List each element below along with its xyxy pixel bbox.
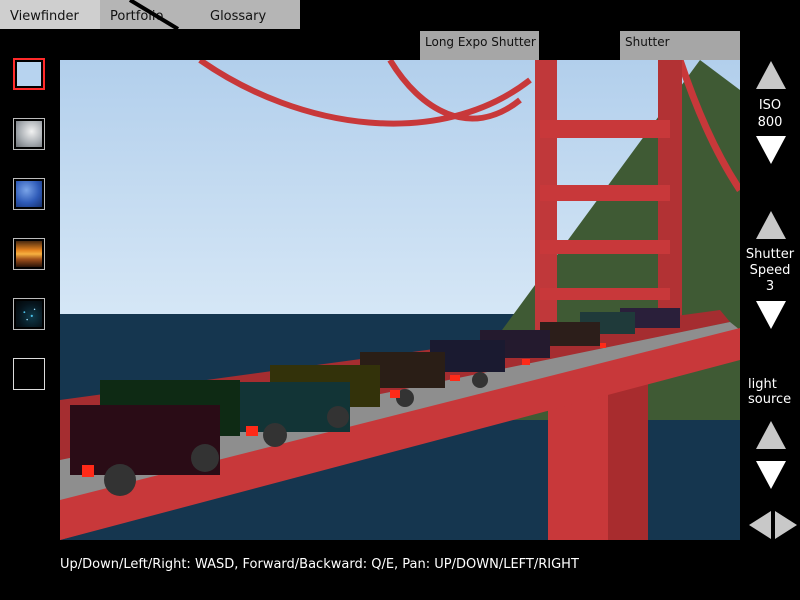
swatch-clear-sky[interactable] [13,58,45,90]
iso-up-arrow-icon[interactable] [755,60,787,90]
shutter-speed-up-arrow-icon[interactable] [755,210,787,240]
light-source-up-arrow-icon[interactable] [755,420,787,450]
light-source-right-arrow-icon[interactable] [774,510,798,540]
shutter-speed-down-arrow-icon[interactable] [755,300,787,330]
iso-down-arrow-icon[interactable] [755,135,787,165]
cloud-thumbnail [16,121,42,147]
tab-bar: Viewfinder Portfolio Glossary [0,0,300,29]
blue-sky-thumbnail [16,181,42,207]
camera-controls: ISO 800 Shutter Speed 3 light source [740,60,800,550]
shutter-button[interactable]: Shutter [620,31,740,60]
blank-thumbnail [16,361,42,387]
tab-viewfinder[interactable]: Viewfinder [0,0,100,29]
tab-glossary[interactable]: Glossary [200,0,300,29]
light-source-left-arrow-icon[interactable] [748,510,772,540]
swatch-overcast-clouds[interactable] [13,118,45,150]
stars-icon [23,308,36,321]
tab-portfolio[interactable]: Portfolio [100,0,200,29]
clear-sky-thumbnail [17,62,41,86]
night-thumbnail [16,301,42,327]
shutter-speed-value: 3 [765,279,775,294]
light-source-label-line2: source [748,392,792,407]
light-source-label-line1: light [748,377,777,392]
long-expo-shutter-button[interactable]: Long Expo Shutter [420,31,539,60]
sunset-thumbnail [16,241,42,267]
shutter-speed-label-line2: Speed [749,263,791,278]
iso-label: ISO [758,98,782,113]
bridge-scene [60,60,740,540]
controls-hint-text: Up/Down/Left/Right: WASD, Forward/Backwa… [60,557,579,572]
swatch-blue-sky[interactable] [13,178,45,210]
swatch-blank[interactable] [13,358,45,390]
light-source-down-arrow-icon[interactable] [755,460,787,490]
iso-value: 800 [757,115,783,130]
shutter-speed-label-line1: Shutter [745,247,795,262]
swatch-night[interactable] [13,298,45,330]
scene-viewport[interactable] [60,60,740,540]
swatch-sunset[interactable] [13,238,45,270]
